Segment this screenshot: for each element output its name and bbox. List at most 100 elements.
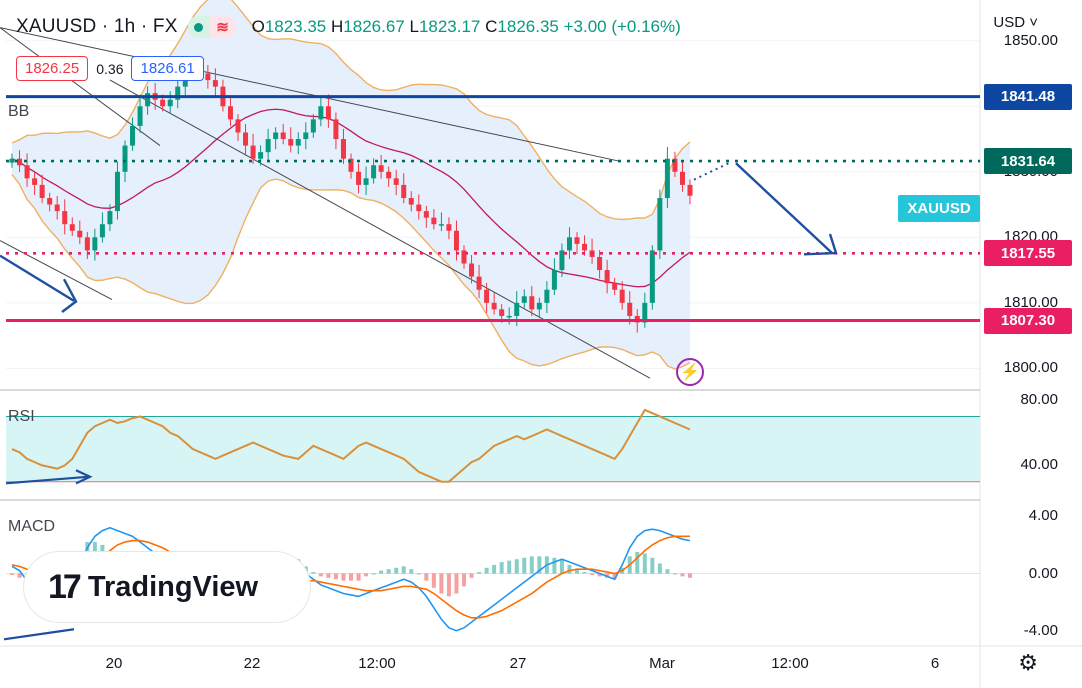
sell-price-button[interactable]: 1826.25: [16, 56, 89, 81]
candle-body-31: [243, 132, 249, 146]
candle-body-54: [416, 204, 422, 212]
market-status-pill[interactable]: ≋: [187, 16, 236, 38]
candle-body-26: [205, 73, 211, 81]
candle-body-35: [273, 132, 279, 140]
candle-body-59: [453, 230, 459, 251]
macd-hist-bar-89: [680, 573, 685, 577]
macd-hist-bar-46: [356, 573, 361, 581]
macd-hist-bar-69: [529, 556, 534, 574]
macd-hist-bar-68: [522, 557, 527, 574]
candle-body-66: [506, 315, 512, 318]
rsi-band-fill: [6, 416, 980, 482]
macd-hist-bar-51: [394, 567, 399, 574]
macd-hist-bar-49: [379, 570, 384, 574]
rsi-tick-0: 80.00: [1020, 391, 1058, 409]
rsi-indicator-label[interactable]: RSI: [8, 408, 35, 426]
event-bolt-icon[interactable]: ⚡: [676, 358, 704, 386]
time-tick-0: 20: [105, 655, 123, 672]
level-tag-green-dotted: 1831.64: [984, 148, 1072, 175]
macd-hist-bar-87: [665, 569, 670, 574]
candle-body-81: [619, 289, 625, 303]
candle-body-85: [649, 250, 655, 303]
candle-body-46: [356, 171, 362, 185]
macd-hist-bar-76: [582, 572, 587, 574]
candle-body-37: [288, 139, 294, 146]
currency-selector[interactable]: USD ˅: [993, 14, 1038, 31]
macd-hist-bar-72: [552, 557, 557, 574]
tradingview-watermark: 17 TradingView: [24, 552, 310, 622]
candle-body-47: [363, 178, 369, 185]
candle-body-42: [325, 106, 331, 120]
price-tick-0: 1850.00: [1003, 31, 1058, 49]
candle-body-74: [566, 237, 572, 251]
candle-body-61: [469, 263, 475, 277]
macd-hist-bar-52: [401, 566, 406, 574]
time-tick-6: 6: [930, 655, 940, 672]
settings-gear-icon[interactable]: ⚙: [1018, 650, 1038, 676]
macd-hist-bar-48: [371, 573, 376, 575]
ohlc-values: O1823.35 H1826.67 L1823.17 C1826.35 +3.0…: [251, 17, 681, 36]
market-open-dot-icon: [187, 16, 210, 38]
left-arrow-main: [0, 254, 75, 302]
macd-hist-bar-56: [431, 573, 436, 588]
candle-body-72: [551, 270, 557, 290]
time-tick-5: 12:00: [771, 655, 809, 672]
macd-hist-bar-67: [514, 559, 519, 574]
candle-body-49: [378, 165, 384, 172]
time-tick-3: 27: [509, 655, 527, 672]
bb-indicator-label[interactable]: BB: [8, 103, 29, 121]
symbol-price-tag: XAUUSD: [898, 195, 980, 222]
macd-hist-bar-59: [454, 573, 459, 594]
candle-body-41: [318, 106, 324, 120]
candle-body-80: [612, 283, 618, 290]
level-tag-pink-support: 1807.30: [984, 307, 1072, 334]
macd-hist-bar-88: [672, 573, 677, 575]
candle-body-89: [679, 171, 685, 185]
candle-body-3: [32, 178, 38, 185]
price-change: +3.00 (+0.16%): [563, 17, 681, 36]
time-tick-4: Mar: [649, 655, 675, 672]
macd-hist-bar-53: [409, 569, 414, 574]
candle-body-71: [544, 289, 550, 303]
candle-body-27: [212, 80, 218, 87]
macd-hist-bar-42: [326, 573, 331, 578]
macd-hist-bar-60: [462, 573, 466, 587]
macd-indicator-label[interactable]: MACD: [8, 518, 55, 536]
macd-hist-bar-44: [341, 573, 346, 581]
candle-body-55: [423, 211, 429, 218]
candle-body-4: [39, 184, 45, 198]
candle-body-12: [99, 224, 105, 238]
macd-hist-bar-1: [17, 573, 22, 578]
macd-hist-bar-61: [469, 573, 474, 578]
macd-hist-bar-86: [657, 563, 662, 574]
level-tag-blue-resistance: 1841.48: [984, 83, 1072, 110]
candle-body-53: [408, 198, 414, 205]
rsi-tick-1: 40.00: [1020, 456, 1058, 474]
macd-hist-bar-62: [477, 572, 482, 574]
candle-body-30: [235, 119, 241, 133]
time-tick-2: 12:00: [358, 655, 396, 672]
candle-body-6: [54, 204, 60, 212]
symbol-title[interactable]: XAUUSD · 1h · FX: [16, 16, 178, 38]
candle-body-48: [371, 165, 377, 179]
macd-hist-bar-65: [499, 562, 504, 574]
buy-price-button[interactable]: 1826.61: [131, 56, 204, 81]
candle-body-51: [393, 178, 399, 185]
candle-body-90: [687, 184, 693, 196]
macd-hist-bar-54: [416, 573, 421, 575]
candle-body-36: [280, 132, 286, 140]
candle-body-57: [438, 224, 444, 226]
candle-body-56: [431, 217, 437, 225]
candle-body-65: [499, 309, 505, 316]
time-tick-1: 22: [243, 655, 261, 672]
candle-body-0: [9, 158, 15, 163]
candle-body-44: [340, 139, 346, 159]
macd-hist-bar-77: [590, 573, 595, 575]
candle-body-87: [664, 158, 670, 198]
candle-body-9: [77, 230, 83, 238]
candle-body-17: [137, 106, 143, 126]
candle-body-32: [250, 145, 256, 159]
macd-tick-2: -4.00: [1023, 621, 1058, 639]
candle-body-11: [92, 237, 98, 251]
macd-hist-bar-85: [650, 557, 655, 574]
